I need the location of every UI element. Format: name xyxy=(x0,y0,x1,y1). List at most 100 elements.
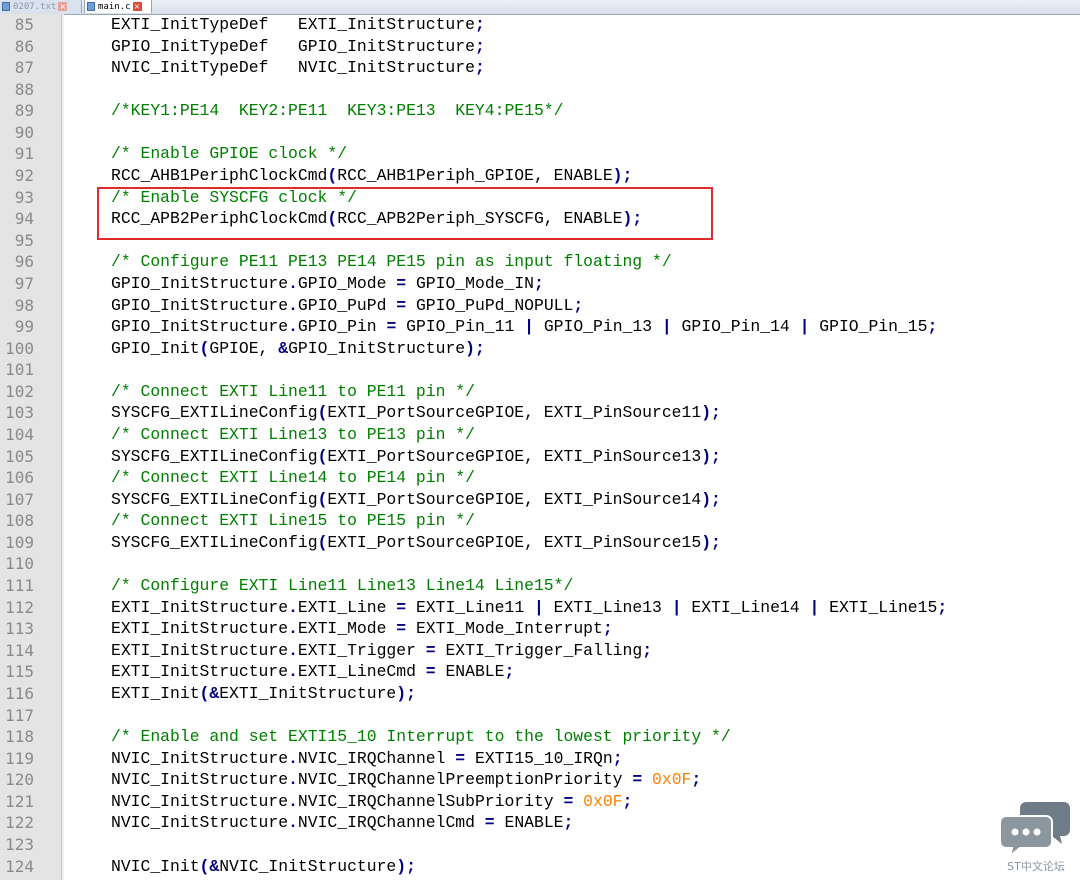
code-line[interactable]: 104 /* Connect EXTI Line13 to PE13 pin */ xyxy=(0,424,1080,446)
line-number: 117 xyxy=(5,705,34,725)
code-line[interactable]: 106 /* Connect EXTI Line14 to PE14 pin */ xyxy=(0,467,1080,489)
code-token: GPIO_InitStructure xyxy=(288,338,466,358)
code-text[interactable]: RCC_APB2PeriphClockCmd(RCC_APB2Periph_SY… xyxy=(111,208,642,230)
code-line[interactable]: 96 /* Configure PE11 PE13 PE14 PE15 pin a… xyxy=(0,251,1080,273)
code-editor[interactable]: 85 EXTI_InitTypeDef EXTI_InitStructure; 86… xyxy=(0,14,1080,877)
code-text[interactable]: SYSCFG_EXTILineConfig(EXTI_PortSourceGPI… xyxy=(111,532,721,554)
code-text[interactable]: EXTI_Init(&EXTI_InitStructure); xyxy=(111,683,416,705)
code-text[interactable]: EXTI_InitStructure.EXTI_LineCmd = ENABLE… xyxy=(111,661,514,683)
code-line[interactable]: 109 SYSCFG_EXTILineConfig(EXTI_PortSource… xyxy=(0,532,1080,554)
tab-0207-txt[interactable]: 0207.txt × xyxy=(0,0,82,13)
code-line[interactable]: 112 EXTI_InitStructure.EXTI_Line = EXTI_L… xyxy=(0,597,1080,619)
code-line[interactable]: 97 GPIO_InitStructure.GPIO_Mode = GPIO_Mo… xyxy=(0,273,1080,295)
code-text[interactable]: NVIC_InitStructure.NVIC_IRQChannelSubPri… xyxy=(111,791,632,813)
code-text[interactable]: /*KEY1:PE14 KEY2:PE11 KEY3:PE13 KEY4:PE1… xyxy=(111,100,563,122)
code-line[interactable]: 91 /* Enable GPIOE clock */ xyxy=(0,143,1080,165)
code-text[interactable]: NVIC_InitTypeDef NVIC_InitStructure; xyxy=(111,57,485,79)
code-line[interactable]: 87 NVIC_InitTypeDef NVIC_InitStructure; xyxy=(0,57,1080,79)
code-line[interactable]: 117 xyxy=(0,705,1080,727)
code-text[interactable]: GPIO_InitStructure.GPIO_PuPd = GPIO_PuPd… xyxy=(111,295,583,317)
code-text[interactable]: GPIO_Init(GPIOE, &GPIO_InitStructure); xyxy=(111,338,485,360)
code-line[interactable]: 98 GPIO_InitStructure.GPIO_PuPd = GPIO_Pu… xyxy=(0,295,1080,317)
code-text[interactable]: /* Enable GPIOE clock */ xyxy=(111,143,347,165)
code-text[interactable]: EXTI_InitStructure.EXTI_Line = EXTI_Line… xyxy=(111,597,947,619)
line-number: 105 xyxy=(5,446,34,466)
code-token: EXTI_Mode_Interrupt xyxy=(406,619,603,639)
code-line[interactable]: 100 GPIO_Init(GPIOE, &GPIO_InitStructure)… xyxy=(0,338,1080,360)
tab-main-c[interactable]: main.c × xyxy=(84,0,152,13)
code-line[interactable]: 119 NVIC_InitStructure.NVIC_IRQChannel = … xyxy=(0,748,1080,770)
code-text[interactable]: SYSCFG_EXTILineConfig(EXTI_PortSourceGPI… xyxy=(111,402,721,424)
code-line[interactable]: 121 NVIC_InitStructure.NVIC_IRQChannelSub… xyxy=(0,791,1080,813)
line-number: 103 xyxy=(5,403,34,423)
code-token: NVIC_IRQChannelCmd xyxy=(297,813,485,833)
code-text[interactable]: /* Enable SYSCFG clock */ xyxy=(111,187,357,209)
code-text[interactable]: GPIO_InitStructure.GPIO_Pin = GPIO_Pin_1… xyxy=(111,316,937,338)
line-number: 88 xyxy=(14,79,34,99)
code-token: EXTI_Trigger_Falling xyxy=(435,640,643,660)
code-token: EXTI_Line14 xyxy=(681,597,810,617)
code-text[interactable]: EXTI_InitStructure.EXTI_Trigger = EXTI_T… xyxy=(111,640,652,662)
code-line[interactable]: 90 xyxy=(0,122,1080,144)
code-line[interactable]: 102 /* Connect EXTI Line11 to PE11 pin */ xyxy=(0,381,1080,403)
code-text[interactable]: /* Configure PE11 PE13 PE14 PE15 pin as … xyxy=(111,251,672,273)
code-line[interactable]: 92 RCC_AHB1PeriphClockCmd(RCC_AHB1Periph_… xyxy=(0,165,1080,187)
code-token: GPIO_PuPd xyxy=(297,295,397,315)
code-token: EXTI_InitStructure xyxy=(219,683,397,703)
code-text[interactable]: NVIC_Init(&NVIC_InitStructure); xyxy=(111,856,416,878)
code-text[interactable]: /* Connect EXTI Line14 to PE14 pin */ xyxy=(111,467,475,489)
code-text[interactable]: NVIC_InitStructure.NVIC_IRQChannelCmd = … xyxy=(111,812,573,834)
code-line[interactable]: 124 NVIC_Init(&NVIC_InitStructure); xyxy=(0,856,1080,878)
code-line[interactable]: 123 xyxy=(0,834,1080,856)
code-text[interactable]: /* Configure EXTI Line11 Line13 Line14 L… xyxy=(111,575,573,597)
code-line[interactable]: 111 /* Configure EXTI Line11 Line13 Line1… xyxy=(0,575,1080,597)
code-comment: /*KEY1:PE14 KEY2:PE11 KEY3:PE13 KEY4:PE1… xyxy=(111,101,564,121)
code-text[interactable]: GPIO_InitStructure.GPIO_Mode = GPIO_Mode… xyxy=(111,273,544,295)
code-line[interactable]: 88 xyxy=(0,79,1080,101)
code-line[interactable]: 86 GPIO_InitTypeDef GPIO_InitStructure; xyxy=(0,36,1080,58)
code-line[interactable]: 101 xyxy=(0,359,1080,381)
code-text[interactable]: EXTI_InitStructure.EXTI_Mode = EXTI_Mode… xyxy=(111,618,613,640)
code-text[interactable]: /* Connect EXTI Line15 to PE15 pin */ xyxy=(111,510,475,532)
code-text[interactable]: GPIO_InitTypeDef GPIO_InitStructure; xyxy=(111,36,485,58)
code-text[interactable]: RCC_AHB1PeriphClockCmd(RCC_AHB1Periph_GP… xyxy=(111,165,632,187)
code-line[interactable]: 95 xyxy=(0,230,1080,252)
code-operator: ); xyxy=(701,446,721,466)
code-line[interactable]: 113 EXTI_InitStructure.EXTI_Mode = EXTI_M… xyxy=(0,618,1080,640)
code-line[interactable]: 114 EXTI_InitStructure.EXTI_Trigger = EXT… xyxy=(0,640,1080,662)
code-line[interactable]: 93 /* Enable SYSCFG clock */ xyxy=(0,187,1080,209)
code-line[interactable]: 89 /*KEY1:PE14 KEY2:PE11 KEY3:PE13 KEY4:P… xyxy=(0,100,1080,122)
code-line[interactable]: 120 NVIC_InitStructure.NVIC_IRQChannelPre… xyxy=(0,769,1080,791)
code-line[interactable]: 94 RCC_APB2PeriphClockCmd(RCC_APB2Periph_… xyxy=(0,208,1080,230)
code-line[interactable]: 107 SYSCFG_EXTILineConfig(EXTI_PortSource… xyxy=(0,489,1080,511)
code-operator: ); xyxy=(465,338,485,358)
code-line[interactable]: 99 GPIO_InitStructure.GPIO_Pin = GPIO_Pin… xyxy=(0,316,1080,338)
code-line[interactable]: 116 EXTI_Init(&EXTI_InitStructure); xyxy=(0,683,1080,705)
code-token: GPIO_Pin_15 xyxy=(809,317,928,337)
code-text[interactable]: /* Enable and set EXTI15_10 Interrupt to… xyxy=(111,726,731,748)
code-text[interactable]: SYSCFG_EXTILineConfig(EXTI_PortSourceGPI… xyxy=(111,489,721,511)
code-operator: . xyxy=(288,813,298,833)
code-text[interactable]: SYSCFG_EXTILineConfig(EXTI_PortSourceGPI… xyxy=(111,446,721,468)
code-line[interactable]: 118 /* Enable and set EXTI15_10 Interrupt… xyxy=(0,726,1080,748)
code-text[interactable]: NVIC_InitStructure.NVIC_IRQChannelPreemp… xyxy=(111,769,701,791)
code-token: GPIO_Mode xyxy=(297,273,397,293)
close-icon[interactable]: × xyxy=(132,2,142,11)
code-operator: | xyxy=(799,317,810,337)
code-line[interactable]: 85 EXTI_InitTypeDef EXTI_InitStructure; xyxy=(0,14,1080,36)
code-line[interactable]: 108 /* Connect EXTI Line15 to PE15 pin */ xyxy=(0,510,1080,532)
code-comment: /* Configure EXTI Line11 Line13 Line14 L… xyxy=(111,576,574,596)
code-text[interactable]: /* Connect EXTI Line13 to PE13 pin */ xyxy=(111,424,475,446)
line-number: 104 xyxy=(5,424,34,444)
code-line[interactable]: 115 EXTI_InitStructure.EXTI_LineCmd = ENA… xyxy=(0,661,1080,683)
code-comment: /* Connect EXTI Line11 to PE11 pin */ xyxy=(111,381,475,401)
code-line[interactable]: 103 SYSCFG_EXTILineConfig(EXTI_PortSource… xyxy=(0,402,1080,424)
code-line[interactable]: 110 xyxy=(0,553,1080,575)
code-line[interactable]: 105 SYSCFG_EXTILineConfig(EXTI_PortSource… xyxy=(0,446,1080,468)
code-text[interactable]: NVIC_InitStructure.NVIC_IRQChannel = EXT… xyxy=(111,748,623,770)
code-text[interactable]: /* Connect EXTI Line11 to PE11 pin */ xyxy=(111,381,475,403)
code-operator: = xyxy=(396,619,407,639)
code-line[interactable]: 122 NVIC_InitStructure.NVIC_IRQChannelCmd… xyxy=(0,812,1080,834)
close-icon[interactable]: × xyxy=(58,2,68,11)
code-text[interactable]: EXTI_InitTypeDef EXTI_InitStructure; xyxy=(111,14,485,36)
